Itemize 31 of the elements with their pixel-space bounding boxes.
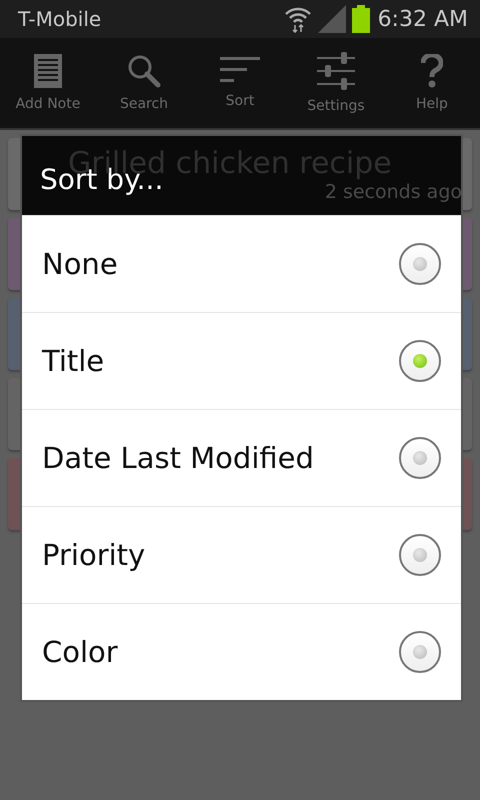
sort-option[interactable]: Date Last Modified — [22, 409, 461, 506]
radio-button[interactable] — [399, 243, 441, 285]
radio-button[interactable] — [399, 437, 441, 479]
option-label: Date Last Modified — [42, 441, 315, 475]
battery-icon — [352, 5, 370, 33]
option-label: Title — [42, 344, 106, 378]
option-label: Color — [42, 635, 119, 669]
signal-icon — [318, 5, 346, 33]
wifi-icon — [284, 5, 312, 33]
sort-option[interactable]: Priority — [22, 506, 461, 603]
sort-option[interactable]: None — [22, 215, 461, 312]
settings-icon — [317, 52, 355, 90]
sort-option[interactable]: Color — [22, 603, 461, 700]
radio-button[interactable] — [399, 534, 441, 576]
note-time: 2 seconds ago — [324, 181, 462, 203]
option-label: None — [42, 247, 119, 281]
note-icon — [34, 54, 62, 88]
search-icon — [127, 54, 161, 88]
clock-time: 6:32 AM — [378, 6, 468, 32]
option-label: Priority — [42, 538, 146, 572]
carrier-name: T-Mobile — [18, 7, 102, 31]
toolbar-button[interactable]: Help — [384, 38, 480, 128]
sort-icon — [220, 57, 260, 85]
toolbar-button[interactable]: Sort — [192, 38, 288, 128]
sort-option[interactable]: Title — [22, 312, 461, 409]
help-icon — [421, 54, 443, 88]
toolbar-button[interactable]: Settings — [288, 38, 384, 128]
radio-button[interactable] — [399, 340, 441, 382]
toolbar-button[interactable]: Search — [96, 38, 192, 128]
radio-button[interactable] — [399, 631, 441, 673]
toolbar-button[interactable]: Add Note — [0, 38, 96, 128]
